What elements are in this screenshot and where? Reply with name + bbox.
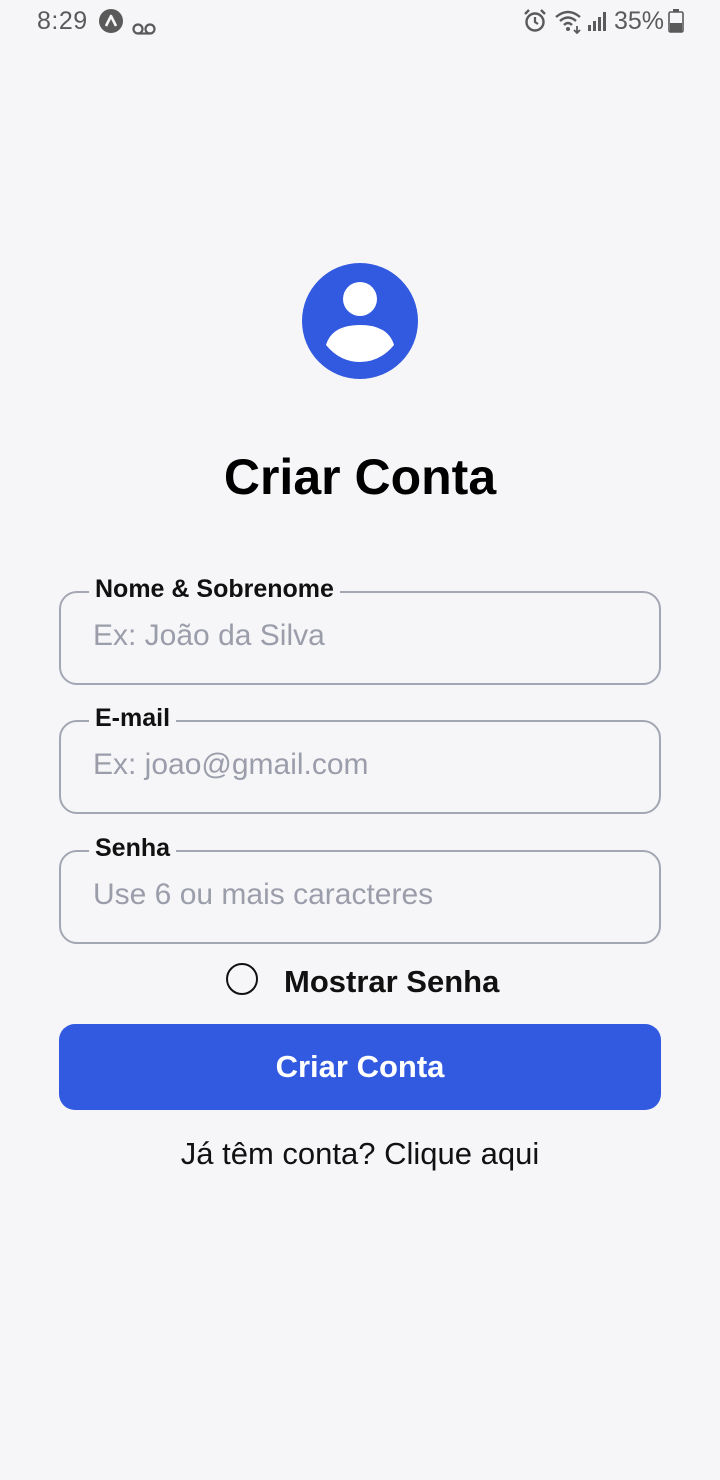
- email-field[interactable]: E-mail: [59, 702, 661, 814]
- page-title: Criar Conta: [223, 449, 497, 505]
- create-account-button[interactable]: Criar Conta: [59, 1024, 661, 1110]
- name-field-label: Nome & Sobrenome: [89, 573, 340, 605]
- password-field[interactable]: Senha: [59, 832, 661, 944]
- password-input[interactable]: [93, 878, 633, 912]
- password-field-label: Senha: [89, 832, 177, 864]
- user-avatar-icon: [302, 263, 418, 379]
- status-time: 8:29: [37, 7, 88, 35]
- signal-icon: [587, 10, 609, 39]
- show-password-radio[interactable]: [226, 963, 258, 995]
- show-password-label: Mostrar Senha: [284, 964, 500, 999]
- battery-percentage: 35%: [614, 7, 665, 35]
- name-input[interactable]: [93, 619, 633, 653]
- email-input[interactable]: [93, 748, 633, 782]
- alarm-icon: [522, 8, 548, 41]
- app-icon: [99, 9, 123, 33]
- wifi-icon: [554, 8, 584, 41]
- name-field[interactable]: Nome & Sobrenome: [59, 573, 661, 685]
- status-bar: 8:29 35%: [0, 0, 720, 44]
- signup-screen: 8:29 35% Criar Conta Nome & Sobrenome Ex…: [0, 0, 720, 1480]
- battery-icon: [668, 9, 684, 40]
- login-link[interactable]: Já têm conta? Clique aqui: [0, 1136, 720, 1172]
- email-field-label: E-mail: [89, 702, 177, 734]
- voicemail-icon: [132, 14, 156, 43]
